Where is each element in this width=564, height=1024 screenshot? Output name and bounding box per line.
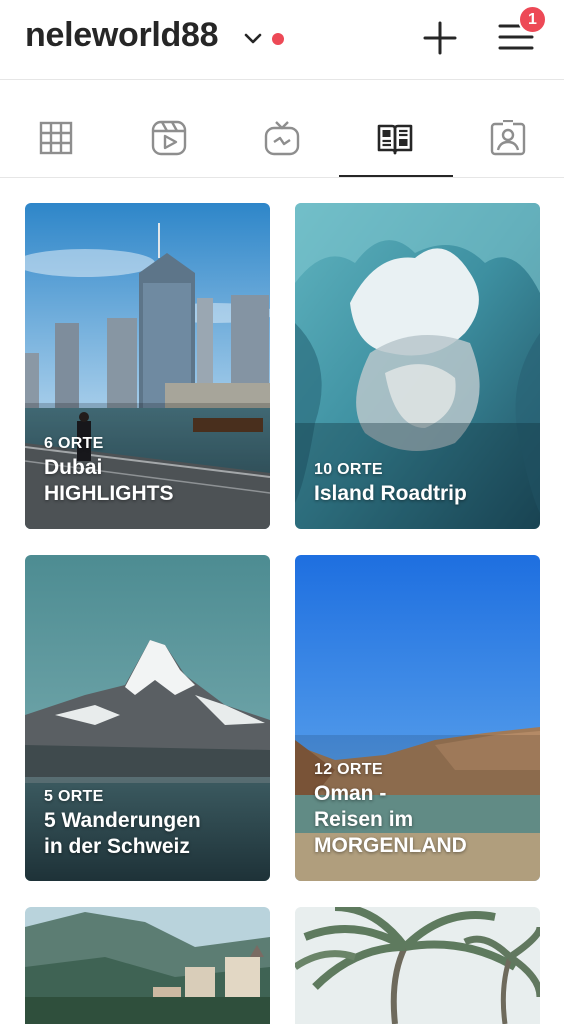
guide-title-line: HIGHLIGHTS xyxy=(44,482,174,505)
chevron-down-icon[interactable] xyxy=(243,28,263,48)
guide-title-line: 5 Wanderungen xyxy=(44,809,201,832)
notification-badge: 1 xyxy=(518,5,547,34)
guide-title-line: Reisen im xyxy=(314,808,414,831)
tab-grid[interactable] xyxy=(0,81,112,178)
guide-caption: 5 ORTE 5 Wanderungen in der Schweiz xyxy=(44,788,258,860)
guide-card-dubai[interactable]: 6 ORTE Dubai HIGHLIGHTS xyxy=(25,203,270,529)
guide-title-line: Oman - xyxy=(314,782,387,805)
profile-username[interactable]: neleworld88 xyxy=(25,16,219,55)
guide-title-line: Island Roadtrip xyxy=(314,482,467,505)
active-tab-indicator xyxy=(339,175,453,177)
profile-header: neleworld88 1 xyxy=(0,0,564,80)
guide-title-line: Dubai xyxy=(44,456,103,479)
tagged-person-icon xyxy=(490,120,526,156)
guide-title: Dubai HIGHLIGHTS xyxy=(44,455,258,507)
guide-caption: 6 ORTE Dubai HIGHLIGHTS xyxy=(44,435,258,507)
tab-guides[interactable] xyxy=(339,81,451,178)
guide-title-line: MORGENLAND xyxy=(314,834,467,857)
tab-reels[interactable] xyxy=(113,81,225,178)
guide-card-oman[interactable]: 12 ORTE Oman - Reisen im MORGENLAND xyxy=(295,555,540,881)
guide-place-count: 5 ORTE xyxy=(44,788,104,805)
igtv-icon xyxy=(264,121,300,156)
tab-igtv[interactable] xyxy=(226,81,338,178)
grid-icon xyxy=(39,121,73,155)
guides-icon xyxy=(377,124,413,155)
palm-trees-image xyxy=(295,907,540,1024)
guide-caption: 12 ORTE Oman - Reisen im MORGENLAND xyxy=(314,761,528,859)
plus-icon[interactable] xyxy=(423,21,457,55)
guide-title: 5 Wanderungen in der Schweiz xyxy=(44,808,258,860)
guide-place-count: 10 ORTE xyxy=(314,461,383,478)
tab-tagged[interactable] xyxy=(452,81,564,178)
guide-card-palms[interactable] xyxy=(295,907,540,1024)
guide-place-count: 12 ORTE xyxy=(314,761,383,778)
castle-landscape-image xyxy=(25,907,270,1024)
profile-tabs xyxy=(0,81,564,178)
guide-caption: 10 ORTE Island Roadtrip xyxy=(314,461,528,507)
guide-card-island[interactable]: 10 ORTE Island Roadtrip xyxy=(295,203,540,529)
guide-title-line: in der Schweiz xyxy=(44,835,190,858)
guide-title: Island Roadtrip xyxy=(314,481,528,507)
guide-title: Oman - Reisen im MORGENLAND xyxy=(314,781,528,859)
guide-card-schweiz[interactable]: 5 ORTE 5 Wanderungen in der Schweiz xyxy=(25,555,270,881)
guide-place-count: 6 ORTE xyxy=(44,435,104,452)
reels-icon xyxy=(151,120,187,156)
notification-dot xyxy=(272,33,284,45)
guide-card-castle[interactable] xyxy=(25,907,270,1024)
